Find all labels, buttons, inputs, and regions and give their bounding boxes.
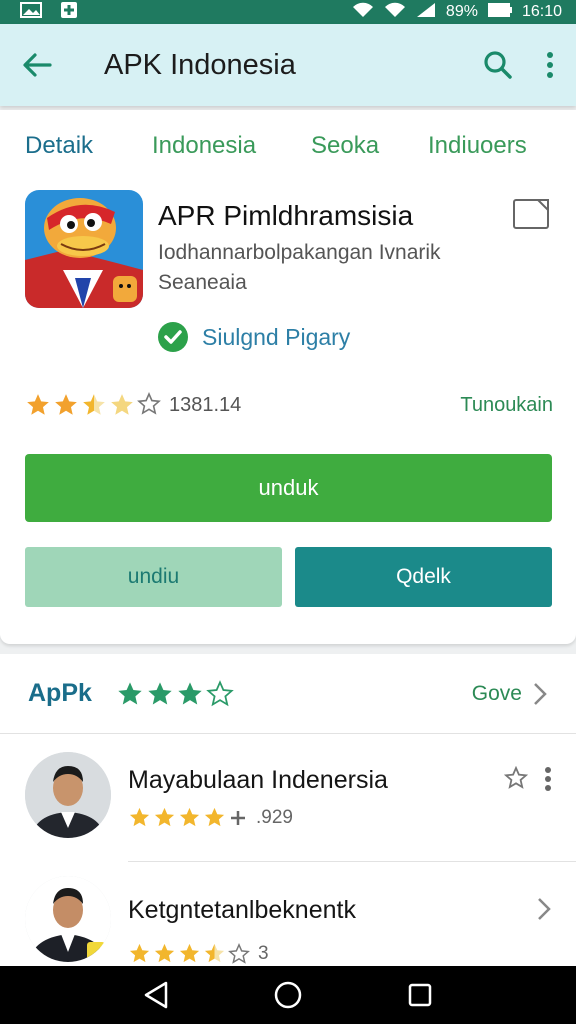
circle-home-icon [274, 981, 302, 1009]
rating-link[interactable]: Tunoukain [460, 394, 553, 417]
square-recents-icon [408, 983, 432, 1007]
list-divider [128, 861, 576, 862]
list-item-rating: .929 [128, 806, 293, 829]
star-outline-icon [228, 942, 250, 964]
open-button[interactable]: Qdelk [295, 547, 552, 607]
star-outline-icon[interactable] [504, 766, 528, 790]
verified-badge: Siulgnd Pigary [158, 322, 350, 352]
download-button[interactable]: unduk [25, 454, 552, 522]
wifi-alt-icon [384, 2, 406, 23]
battery-icon [487, 2, 512, 22]
wifi-icon [352, 2, 374, 23]
app-detail-card: Detaik Indonesia Seoka Indiuoers APR Pim… [0, 110, 576, 644]
app-description-line-1: Iodhannarbolpakangan Ivnarik [158, 241, 441, 264]
app-name: APR Pimldhramsisia [158, 200, 414, 231]
list-item-title: Ketgntetanlbeknentk [128, 896, 356, 924]
section-title: ApPk [28, 679, 92, 707]
tab-seoka[interactable]: Seoka [311, 132, 379, 160]
star-full-icon [27, 394, 49, 415]
section-header: ApPk Gove [0, 654, 576, 734]
signal-icon [416, 2, 436, 23]
nav-back-button[interactable] [126, 966, 186, 1024]
nav-recents-button[interactable] [390, 966, 450, 1024]
star-full-icon [55, 394, 77, 415]
app-bar-title: APK Indonesia [104, 48, 296, 81]
secondary-download-button[interactable]: undiu [25, 547, 282, 607]
rating-stars [25, 392, 161, 418]
avatar [25, 876, 111, 962]
back-button[interactable] [0, 24, 74, 106]
rating-row: 1381.14 Tunoukain [25, 392, 553, 418]
star-full-icon [154, 807, 175, 827]
app-bar: APK Indonesia [0, 24, 576, 106]
section-stars [116, 679, 234, 708]
status-bar: 89% 16:10 [0, 0, 576, 24]
more-options-button[interactable] [524, 24, 576, 106]
triangle-back-icon [144, 981, 168, 1009]
app-description: Iodhannarbolpakangan Ivnarik Seaneaia [158, 238, 488, 298]
clock: 16:10 [521, 3, 562, 20]
tab-detail[interactable]: Detaik [25, 132, 93, 160]
star-outline-icon [137, 392, 161, 415]
star-full-icon [129, 943, 150, 963]
star-full-icon [179, 943, 200, 963]
star-full-icon [204, 807, 225, 827]
star-full-icon [118, 681, 142, 704]
star-half-icon [83, 394, 105, 415]
tab-indiuoers[interactable]: Indiuoers [428, 132, 527, 160]
search-button[interactable] [472, 24, 524, 106]
related-apps-card: ApPk Gove Mayabulaan Indenersia .929 Ket… [0, 654, 576, 966]
battery-percent: 89% [445, 3, 478, 20]
more-vert-icon [547, 52, 553, 78]
plus-icon [231, 810, 245, 825]
verified-label: Siulgnd Pigary [202, 323, 351, 350]
arrow-left-icon [23, 53, 52, 77]
star-outline-icon [206, 679, 234, 706]
app-icon [25, 190, 143, 308]
more-vert-icon[interactable] [544, 766, 552, 792]
list-item[interactable]: Mayabulaan Indenersia .929 [0, 738, 576, 868]
star-full-icon [129, 807, 150, 827]
check-circle-icon [158, 322, 188, 352]
list-item-count: .929 [256, 806, 293, 828]
rating-count: 1381.14 [169, 393, 242, 416]
list-item-title: Mayabulaan Indenersia [128, 766, 388, 794]
list-item-rating: 3 [128, 942, 269, 965]
app-description-line-2: Seaneaia [158, 271, 247, 294]
star-full-icon [178, 681, 202, 704]
nav-home-button[interactable] [258, 966, 318, 1024]
star-full-icon [154, 943, 175, 963]
gallery-icon [20, 1, 42, 23]
wishlist-button[interactable] [512, 198, 552, 230]
star-light-icon [111, 394, 133, 415]
system-nav-bar [0, 966, 576, 1024]
search-icon [484, 51, 512, 79]
tab-bar: Detaik Indonesia Seoka Indiuoers [0, 128, 576, 168]
app-notification-icon [60, 1, 78, 23]
see-more-link[interactable]: Gove [472, 682, 522, 706]
bookmark-icon [513, 199, 549, 229]
star-full-icon [179, 807, 200, 827]
tab-indonesia[interactable]: Indonesia [152, 132, 256, 160]
star-full-icon [148, 681, 172, 704]
star-half-icon [204, 943, 225, 963]
chevron-right-icon [534, 682, 547, 705]
avatar [25, 752, 111, 838]
chevron-right-icon[interactable] [536, 896, 552, 922]
list-item-count: 3 [258, 942, 269, 964]
